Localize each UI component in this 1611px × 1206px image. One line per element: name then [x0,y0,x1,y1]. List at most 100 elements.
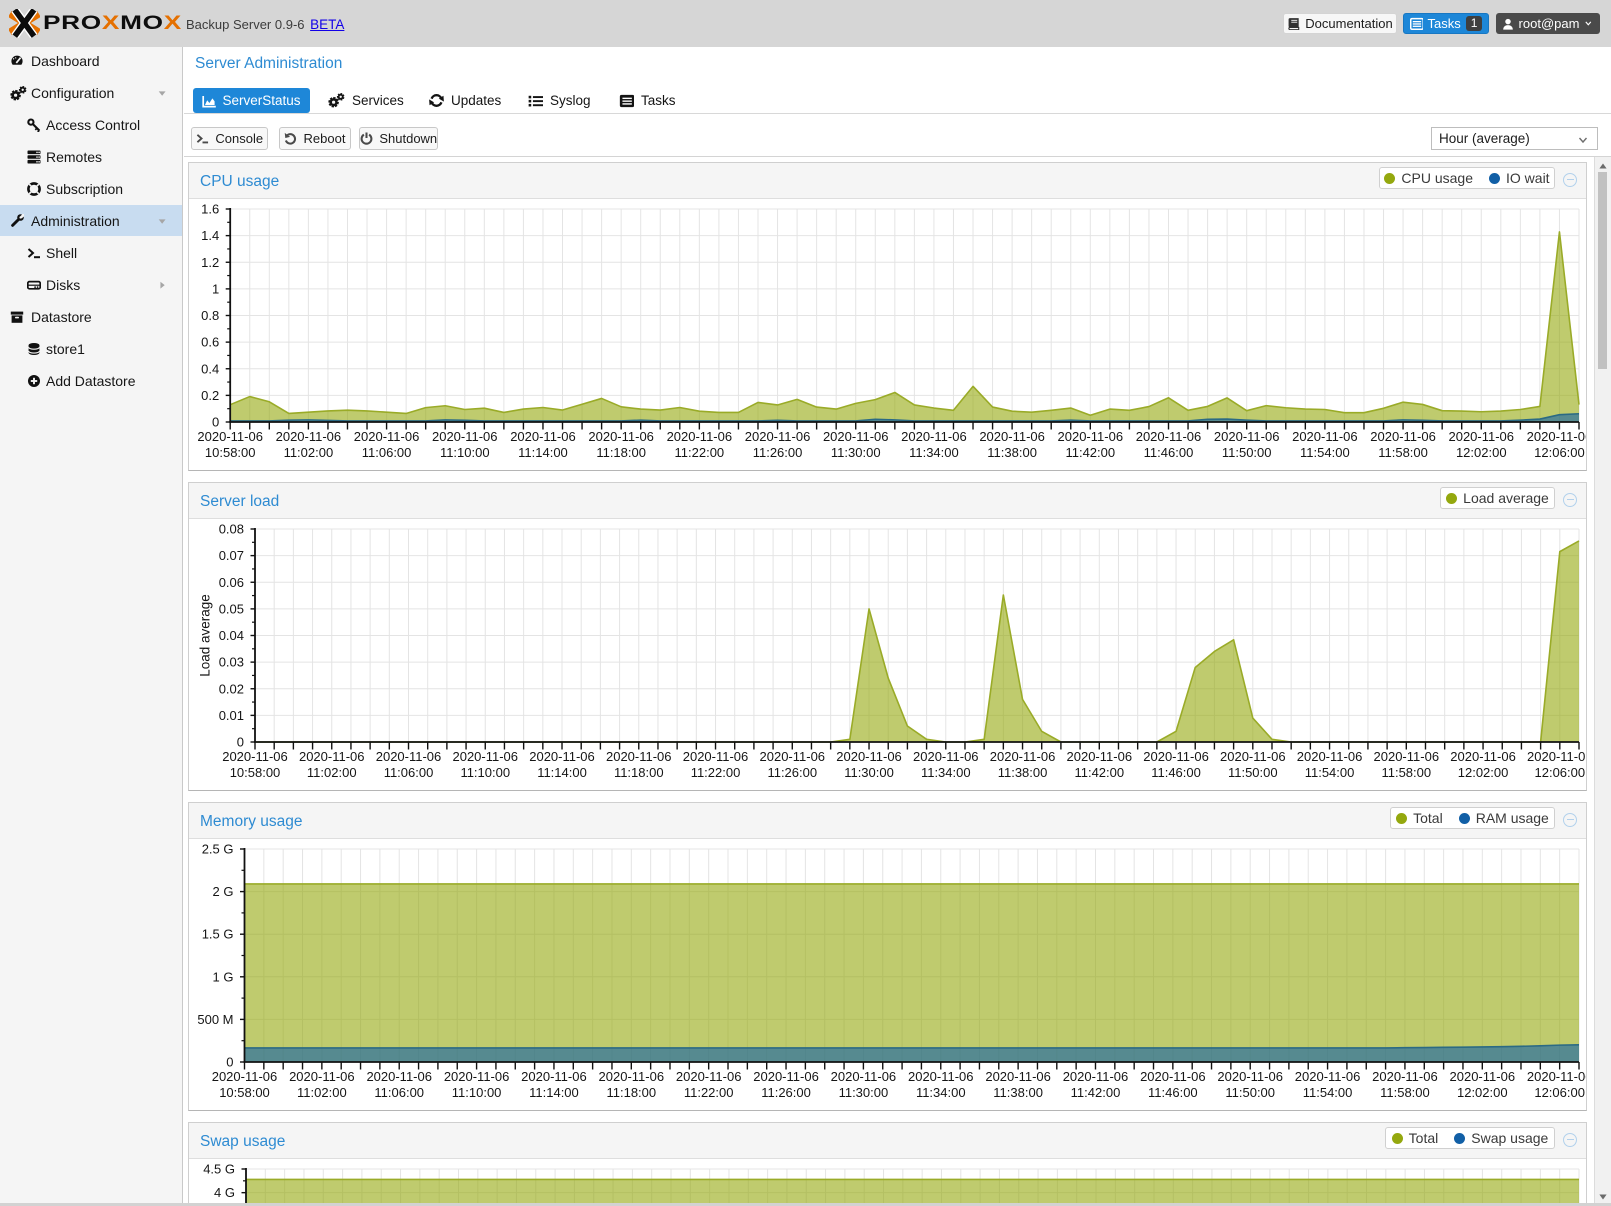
svg-text:2 G: 2 G [213,884,234,899]
svg-text:12:06:00: 12:06:00 [1534,1085,1585,1100]
svg-text:2020-11-06: 2020-11-06 [1136,429,1202,444]
svg-text:2020-11-06: 2020-11-06 [1067,749,1133,764]
svg-text:0.04: 0.04 [219,628,244,643]
svg-text:0.06: 0.06 [219,575,244,590]
svg-text:11:22:00: 11:22:00 [675,445,725,460]
svg-text:0.01: 0.01 [219,708,244,723]
svg-text:11:46:00: 11:46:00 [1144,445,1194,460]
svg-text:1.2: 1.2 [201,255,219,270]
svg-text:2020-11-06: 2020-11-06 [276,429,342,444]
svg-text:0.02: 0.02 [219,681,244,696]
svg-text:2020-11-06: 2020-11-06 [913,749,979,764]
svg-text:2.5 G: 2.5 G [202,842,234,857]
svg-text:11:54:00: 11:54:00 [1300,445,1350,460]
svg-text:11:10:00: 11:10:00 [460,765,510,780]
svg-text:11:10:00: 11:10:00 [452,1085,502,1100]
svg-text:2020-11-06: 2020-11-06 [354,429,420,444]
svg-text:11:26:00: 11:26:00 [761,1085,811,1100]
svg-text:11:46:00: 11:46:00 [1151,765,1201,780]
svg-text:11:50:00: 11:50:00 [1222,445,1272,460]
svg-text:2020-11-06: 2020-11-06 [1214,429,1280,444]
svg-text:2020-11-06: 2020-11-06 [1450,749,1516,764]
svg-text:11:50:00: 11:50:00 [1225,1085,1275,1100]
svg-text:2020-11-06: 2020-11-06 [366,1069,432,1084]
svg-text:0: 0 [226,1055,233,1070]
svg-text:0.07: 0.07 [219,548,244,563]
svg-text:2020-11-06: 2020-11-06 [1372,1069,1438,1084]
svg-text:2020-11-06: 2020-11-06 [599,1069,665,1084]
svg-text:2020-11-06: 2020-11-06 [444,1069,510,1084]
svg-text:2020-11-06: 2020-11-06 [985,1069,1051,1084]
svg-text:11:30:00: 11:30:00 [839,1085,889,1100]
svg-text:11:54:00: 11:54:00 [1303,1085,1353,1100]
svg-text:11:14:00: 11:14:00 [518,445,568,460]
svg-text:2020-11-06: 2020-11-06 [1292,429,1358,444]
svg-text:11:02:00: 11:02:00 [284,445,334,460]
svg-text:11:26:00: 11:26:00 [767,765,817,780]
svg-text:2020-11-06: 2020-11-06 [588,429,654,444]
svg-text:12:02:00: 12:02:00 [1457,1085,1508,1100]
svg-text:11:34:00: 11:34:00 [916,1085,966,1100]
svg-text:11:18:00: 11:18:00 [614,765,664,780]
svg-text:2020-11-06: 2020-11-06 [510,429,576,444]
svg-text:11:42:00: 11:42:00 [1071,1085,1121,1100]
svg-text:2020-11-06: 2020-11-06 [376,749,442,764]
svg-text:2020-11-06: 2020-11-06 [979,429,1045,444]
svg-text:11:30:00: 11:30:00 [844,765,894,780]
svg-text:2020-11-06: 2020-11-06 [1527,1069,1586,1084]
svg-text:0: 0 [212,415,219,430]
svg-text:2020-11-06: 2020-11-06 [901,429,967,444]
svg-text:11:58:00: 11:58:00 [1380,1085,1430,1100]
svg-text:2020-11-06: 2020-11-06 [1527,429,1586,444]
svg-text:11:42:00: 11:42:00 [1065,445,1115,460]
svg-text:0.05: 0.05 [219,601,244,616]
svg-text:2020-11-06: 2020-11-06 [836,749,902,764]
svg-text:2020-11-06: 2020-11-06 [1295,1069,1361,1084]
svg-text:2020-11-06: 2020-11-06 [760,749,826,764]
svg-text:11:38:00: 11:38:00 [993,1085,1043,1100]
svg-text:11:10:00: 11:10:00 [440,445,490,460]
svg-text:11:34:00: 11:34:00 [921,765,971,780]
svg-text:11:38:00: 11:38:00 [998,765,1048,780]
svg-text:1 G: 1 G [213,969,234,984]
svg-text:12:06:00: 12:06:00 [1534,445,1585,460]
svg-text:2020-11-06: 2020-11-06 [1527,749,1586,764]
svg-text:11:06:00: 11:06:00 [374,1085,424,1100]
svg-text:2020-11-06: 2020-11-06 [529,749,595,764]
svg-text:2020-11-06: 2020-11-06 [289,1069,355,1084]
svg-text:12:02:00: 12:02:00 [1456,445,1507,460]
svg-text:2020-11-06: 2020-11-06 [1063,1069,1129,1084]
svg-text:2020-11-06: 2020-11-06 [299,749,365,764]
svg-text:11:46:00: 11:46:00 [1148,1085,1198,1100]
svg-text:2020-11-06: 2020-11-06 [432,429,498,444]
svg-text:11:26:00: 11:26:00 [753,445,803,460]
svg-text:1.6: 1.6 [201,202,219,217]
svg-text:2020-11-06: 2020-11-06 [831,1069,897,1084]
svg-text:2020-11-06: 2020-11-06 [908,1069,974,1084]
svg-text:2020-11-06: 2020-11-06 [676,1069,742,1084]
svg-text:2020-11-06: 2020-11-06 [1140,1069,1206,1084]
svg-text:2020-11-06: 2020-11-06 [1220,749,1286,764]
svg-text:11:38:00: 11:38:00 [987,445,1037,460]
svg-text:11:06:00: 11:06:00 [384,765,434,780]
svg-text:12:06:00: 12:06:00 [1535,765,1586,780]
svg-text:4 G: 4 G [214,1185,235,1200]
svg-text:1.4: 1.4 [201,228,219,243]
svg-text:2020-11-06: 2020-11-06 [606,749,672,764]
svg-text:2020-11-06: 2020-11-06 [823,429,889,444]
svg-text:2020-11-06: 2020-11-06 [521,1069,587,1084]
svg-text:11:58:00: 11:58:00 [1378,445,1428,460]
svg-text:11:34:00: 11:34:00 [909,445,959,460]
svg-text:10:58:00: 10:58:00 [219,1085,270,1100]
svg-text:11:42:00: 11:42:00 [1074,765,1124,780]
svg-text:11:18:00: 11:18:00 [606,1085,656,1100]
svg-text:2020-11-06: 2020-11-06 [452,749,518,764]
svg-text:2020-11-06: 2020-11-06 [212,1069,278,1084]
svg-text:11:14:00: 11:14:00 [537,765,587,780]
svg-text:11:30:00: 11:30:00 [831,445,881,460]
svg-text:11:50:00: 11:50:00 [1228,765,1278,780]
svg-text:11:54:00: 11:54:00 [1305,765,1355,780]
svg-text:2020-11-06: 2020-11-06 [1297,749,1363,764]
svg-text:2020-11-06: 2020-11-06 [1448,429,1514,444]
svg-text:11:22:00: 11:22:00 [684,1085,734,1100]
